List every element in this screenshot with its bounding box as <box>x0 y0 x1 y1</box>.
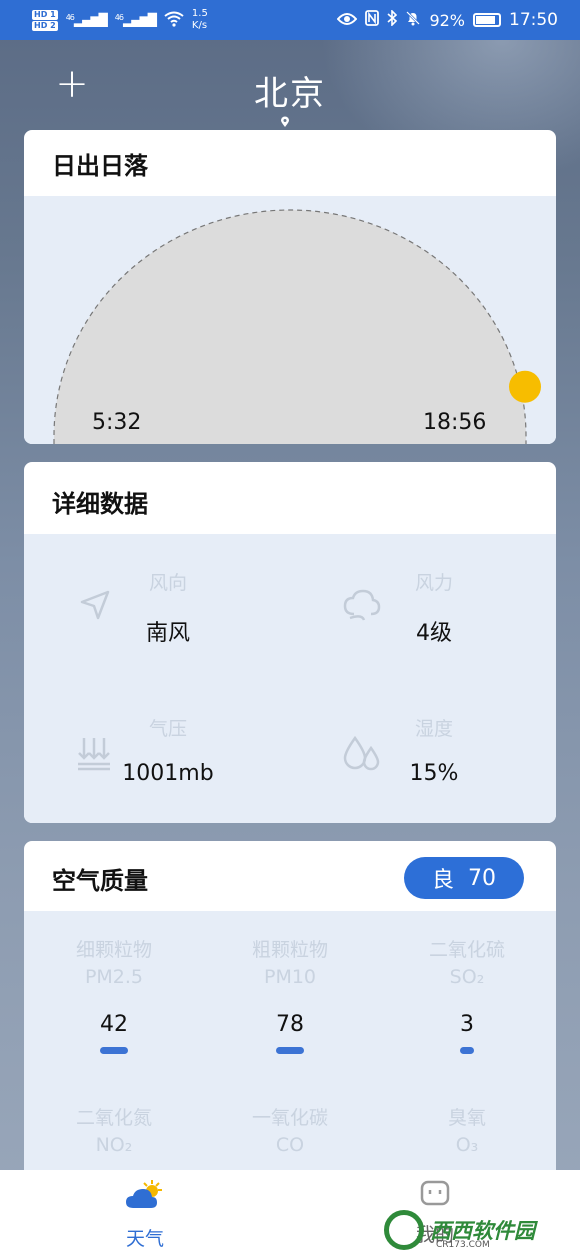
eye-icon <box>337 11 358 30</box>
speed-unit: K/s <box>191 20 208 31</box>
sunset-time: 18:56 <box>423 410 487 435</box>
air-card-body: 细颗粒物 PM2.5 42 粗颗粒物 PM10 78 二氧化硫 SO₂ 3 二氧… <box>24 911 556 1201</box>
pollutant-no2: 二氧化氮 NO₂ <box>34 1105 194 1158</box>
net-speed: 1.5 K/s <box>192 8 208 32</box>
details-card-title: 详细数据 <box>52 490 148 518</box>
signal2-icon: 46▂▄▆█ <box>114 13 157 27</box>
pollutant-name: 一氧化碳 <box>251 1107 328 1129</box>
watermark-url: CR173.COM <box>436 1240 490 1250</box>
battery-icon <box>473 13 501 27</box>
pollutant-level-bar <box>276 1047 304 1054</box>
metric-value: 15% <box>409 761 459 786</box>
sunrise-time: 5:32 <box>92 410 142 435</box>
pollutant-value: 3 <box>460 1012 474 1037</box>
pollutant-level-bar <box>100 1047 128 1054</box>
status-bar: HD 1 HD 2 46▂▄▆█ 46▂▄▆█ 1.5 K/s 92% 17:5… <box>0 0 580 40</box>
pollutant-pm25: 细颗粒物 PM2.5 42 <box>34 937 194 1054</box>
clock: 17:50 <box>509 10 558 30</box>
sun-card: 日出日落 5:32 18:56 <box>24 130 556 444</box>
details-card-body: 风向 南风 风力 4级 气压 1001mb 湿度 15% <box>24 534 556 823</box>
signal1-icon: 46▂▄▆█ <box>65 13 108 27</box>
watermark: 西西软件园 CR173.COM <box>384 1206 580 1254</box>
pollutant-name: 细颗粒物 <box>75 939 152 961</box>
pollutant-pm10: 粗颗粒物 PM10 78 <box>210 937 370 1054</box>
pollutant-name: 二氧化氮 <box>75 1107 152 1129</box>
pollutant-symbol: CO <box>275 1134 305 1156</box>
pollutant-symbol: O₃ <box>455 1134 479 1156</box>
city-title: 北京 <box>254 74 326 114</box>
pollutant-co: 一氧化碳 CO <box>210 1105 370 1158</box>
pollutant-value: 78 <box>276 1012 304 1037</box>
pollutant-name: 粗颗粒物 <box>251 939 328 961</box>
air-quality-card: 空气质量 良 70 细颗粒物 PM2.5 42 粗颗粒物 PM10 78 二氧化… <box>24 841 556 1201</box>
metric-wind-force: 风力 4级 <box>334 568 534 647</box>
metric-pressure: 气压 1001mb <box>68 714 268 786</box>
aqi-level: 良 <box>431 868 454 893</box>
metric-value: 南风 <box>145 621 190 646</box>
hd2-badge: HD 2 <box>32 20 58 31</box>
nav-tab-weather[interactable]: 天气 <box>65 1170 225 1257</box>
nfc-icon <box>365 10 380 30</box>
hd-indicators: HD 1 HD 2 <box>32 9 58 31</box>
status-left: HD 1 HD 2 46▂▄▆█ 46▂▄▆█ 1.5 K/s <box>32 8 208 32</box>
metric-label: 风力 <box>414 572 453 594</box>
hd1-badge: HD 1 <box>32 9 58 20</box>
metric-label: 风向 <box>148 572 187 594</box>
air-card-title: 空气质量 <box>52 867 148 895</box>
pollutant-symbol: SO₂ <box>449 966 485 988</box>
weather-cloud-sun-icon <box>126 1180 162 1208</box>
pollutant-value: 42 <box>100 1012 128 1037</box>
pollutant-name: 臭氧 <box>447 1107 486 1129</box>
location-pin-icon <box>281 116 289 127</box>
sun-position-marker <box>509 370 541 403</box>
pollutant-so2: 二氧化硫 SO₂ 3 <box>387 937 547 1054</box>
status-right: 92% 17:50 <box>337 9 558 30</box>
metric-label: 湿度 <box>414 718 453 740</box>
pollutant-o3: 臭氧 O₃ <box>387 1105 547 1158</box>
wifi-icon <box>164 11 184 30</box>
metric-label: 气压 <box>148 718 187 740</box>
battery-percent: 92% <box>429 10 465 30</box>
metric-humidity: 湿度 15% <box>334 714 534 786</box>
metric-value: 4级 <box>416 621 452 646</box>
watermark-logo-icon <box>384 1210 424 1250</box>
aqi-value: 70 <box>468 865 496 891</box>
sun-arc-chart <box>53 209 541 444</box>
pollutant-symbol: PM10 <box>263 966 317 988</box>
bluetooth-icon <box>387 9 398 30</box>
details-card: 详细数据 风向 南风 风力 4级 气压 1001mb 湿度 15% <box>24 462 556 823</box>
mute-bell-icon <box>405 10 421 30</box>
pollutant-level-bar <box>460 1047 474 1054</box>
metric-wind-direction: 风向 南风 <box>68 568 268 647</box>
speed-value: 1.5 <box>191 8 208 19</box>
nav-weather-label: 天气 <box>125 1228 164 1250</box>
aqi-badge[interactable]: 良 70 <box>404 857 524 899</box>
sun-card-body: 5:32 18:56 <box>24 196 556 444</box>
pollutant-symbol: NO₂ <box>95 1134 133 1156</box>
metric-value: 1001mb <box>122 761 214 786</box>
pollutant-symbol: PM2.5 <box>84 966 144 988</box>
pollutant-name: 二氧化硫 <box>428 939 505 961</box>
sun-arc-fill <box>54 210 526 444</box>
sun-card-title: 日出日落 <box>52 152 148 180</box>
